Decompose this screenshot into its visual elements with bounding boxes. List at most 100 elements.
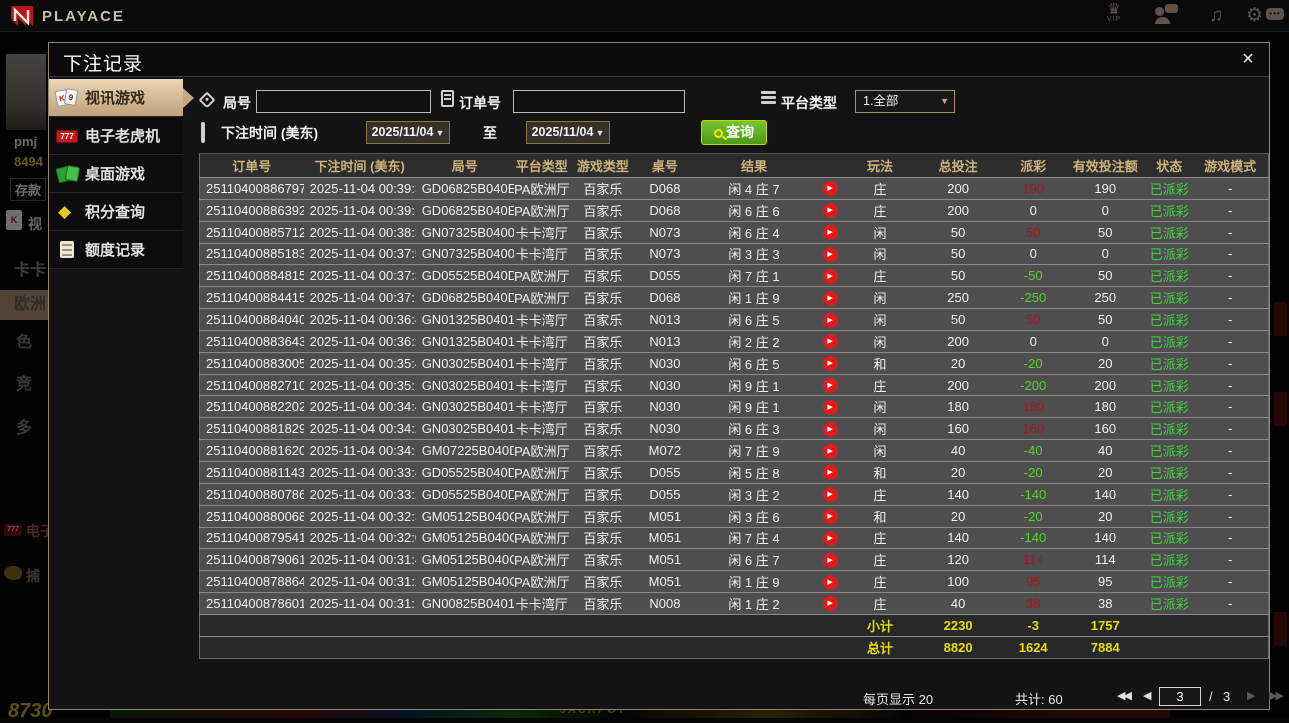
close-icon[interactable]: × xyxy=(1237,48,1259,70)
sum-payout: 1624 xyxy=(1002,636,1064,658)
round-number-input[interactable] xyxy=(256,90,431,113)
play-video-icon[interactable]: ▶ xyxy=(823,465,838,480)
cell-game-type: 百家乐 xyxy=(570,265,636,287)
cell-payout: -140 xyxy=(1002,483,1064,505)
cell-valid-bet: 0 xyxy=(1064,243,1146,265)
vip-icon[interactable]: ♛VIP xyxy=(1097,4,1131,26)
cell-result: 闲 6 庄 5 xyxy=(694,309,814,331)
cell-platform: PA欧洲厅 xyxy=(514,440,570,462)
cell-game-mode: - xyxy=(1192,418,1268,440)
cell-bet-time: 2025-11-04 00:34:28 xyxy=(304,418,416,440)
cell-platform: PA欧洲厅 xyxy=(514,461,570,483)
sidebar-item-quota-records[interactable]: 额度记录 xyxy=(49,231,183,269)
cell-valid-bet: 200 xyxy=(1064,374,1146,396)
play-video-icon[interactable]: ▶ xyxy=(823,400,838,415)
play-video-icon[interactable]: ▶ xyxy=(823,378,838,393)
cell-round-number: GD06825B040DX xyxy=(416,287,514,309)
play-video-icon[interactable]: ▶ xyxy=(823,247,838,262)
play-video-icon[interactable]: ▶ xyxy=(823,575,838,590)
cell-game-mode: - xyxy=(1192,199,1268,221)
customer-service-icon[interactable] xyxy=(1155,7,1170,24)
cell-game-mode: - xyxy=(1192,221,1268,243)
page-number-input[interactable]: 3 xyxy=(1159,687,1201,706)
sidebar-item-label: 电子老虎机 xyxy=(85,125,160,146)
play-video-icon[interactable]: ▶ xyxy=(823,203,838,218)
cell-valid-bet: 50 xyxy=(1064,221,1146,243)
cell-order-number: 251104008807868 xyxy=(200,483,304,505)
play-video-icon[interactable]: ▶ xyxy=(823,422,838,437)
table-row: 2511040087860132025-11-04 00:31:16GN0082… xyxy=(200,593,1269,615)
cell-order-number: 251104008830056 xyxy=(200,352,304,374)
first-page-button[interactable]: ◀◀ xyxy=(1117,689,1130,702)
cell-order-number: 251104008788649 xyxy=(200,571,304,593)
cell-table-number: N013 xyxy=(636,309,694,331)
play-video-icon[interactable]: ▶ xyxy=(823,291,838,306)
total-row: 总计882016247884 xyxy=(200,636,1269,658)
play-video-icon[interactable]: ▶ xyxy=(823,553,838,568)
sum-valid-bet: 1757 xyxy=(1064,614,1146,636)
play-video-icon[interactable]: ▶ xyxy=(823,531,838,546)
cell-round-number: GM05125B040GS xyxy=(416,505,514,527)
cell-round-number: GD05525B040DN xyxy=(416,461,514,483)
sidebar-item-slots[interactable]: 777 电子老虎机 xyxy=(49,117,183,155)
play-video-icon[interactable]: ▶ xyxy=(823,509,838,524)
cell-result: 闲 6 庄 3 xyxy=(694,418,814,440)
cell-total-bet: 50 xyxy=(914,221,1002,243)
cell-video: ▶ xyxy=(814,265,846,287)
cell-result: 闲 4 庄 7 xyxy=(694,178,814,200)
subtotal-row: 小计2230-31757 xyxy=(200,614,1269,636)
cell-total-bet: 20 xyxy=(914,461,1002,483)
next-page-button[interactable]: ▶ xyxy=(1247,689,1253,702)
play-video-icon[interactable]: ▶ xyxy=(823,313,838,328)
cell-table-number: M051 xyxy=(636,505,694,527)
chat-bubble-icon[interactable]: ••• xyxy=(1266,8,1284,20)
table-row: 2511040088271052025-11-04 00:35:19GN0302… xyxy=(200,374,1269,396)
cell-result: 闲 9 庄 1 xyxy=(694,396,814,418)
cell-payout: -250 xyxy=(1002,287,1064,309)
platform-type-select[interactable]: 1.全部 ▼ xyxy=(855,90,955,113)
date-from-picker[interactable]: 2025/11/04▼ xyxy=(366,121,450,144)
cell-round-number: GD05525B040DM xyxy=(416,483,514,505)
sidebar-item-points-query[interactable]: ◆ 积分查询 xyxy=(49,193,183,231)
prev-page-button[interactable]: ◀ xyxy=(1143,689,1149,702)
play-video-icon[interactable]: ▶ xyxy=(823,356,838,371)
play-video-icon[interactable]: ▶ xyxy=(823,225,838,240)
date-to-picker[interactable]: 2025/11/04▼ xyxy=(526,121,610,144)
table-row: 2511040087954102025-11-04 00:32:06GM0512… xyxy=(200,527,1269,549)
cell-table-number: N073 xyxy=(636,221,694,243)
order-number-input[interactable] xyxy=(513,90,685,113)
sum-spacer xyxy=(1146,614,1268,636)
cell-play-type: 闲 xyxy=(846,287,914,309)
table-row: 2511040088300562025-11-04 00:35:41GN0302… xyxy=(200,352,1269,374)
cell-payout: -50 xyxy=(1002,265,1064,287)
sidebar-item-label: 额度记录 xyxy=(85,239,145,260)
play-video-icon[interactable]: ▶ xyxy=(823,334,838,349)
play-video-icon[interactable]: ▶ xyxy=(823,181,838,196)
sidebar-item-table-games[interactable]: 桌面游戏 xyxy=(49,155,183,193)
query-button[interactable]: 查询 xyxy=(701,120,767,145)
table-row: 2511040088679702025-11-04 00:39:38GD0682… xyxy=(200,178,1269,200)
play-video-icon[interactable]: ▶ xyxy=(823,269,838,284)
sum-spacer xyxy=(1146,636,1268,658)
cell-order-number: 251104008863923 xyxy=(200,199,304,221)
last-page-button[interactable]: ▶▶ xyxy=(1269,689,1282,702)
cell-valid-bet: 20 xyxy=(1064,505,1146,527)
play-video-icon[interactable]: ▶ xyxy=(823,487,838,502)
sidebar-item-live-games[interactable]: K9 视讯游戏 xyxy=(49,79,183,117)
cell-play-type: 闲 xyxy=(846,440,914,462)
cell-play-type: 庄 xyxy=(846,199,914,221)
cell-game-type: 百家乐 xyxy=(570,352,636,374)
music-icon[interactable]: ♫ xyxy=(1209,4,1223,28)
top-bar: PLAYACE ♛VIP ♫ ⚙ ••• xyxy=(0,0,1289,32)
play-video-icon[interactable]: ▶ xyxy=(823,596,838,611)
play-video-icon[interactable]: ▶ xyxy=(823,444,838,459)
cell-total-bet: 200 xyxy=(914,330,1002,352)
cell-result: 闲 7 庄 4 xyxy=(694,527,814,549)
table-row: 2511040088220252025-11-04 00:34:48GN0302… xyxy=(200,396,1269,418)
settings-gear-icon[interactable]: ⚙ xyxy=(1246,4,1263,28)
cell-payout: 0 xyxy=(1002,199,1064,221)
cell-total-bet: 200 xyxy=(914,199,1002,221)
table-row: 2511040088441552025-11-04 00:37:12GD0682… xyxy=(200,287,1269,309)
chevron-down-icon: ▼ xyxy=(940,91,949,112)
sidebar-item-label: 桌面游戏 xyxy=(85,163,145,184)
